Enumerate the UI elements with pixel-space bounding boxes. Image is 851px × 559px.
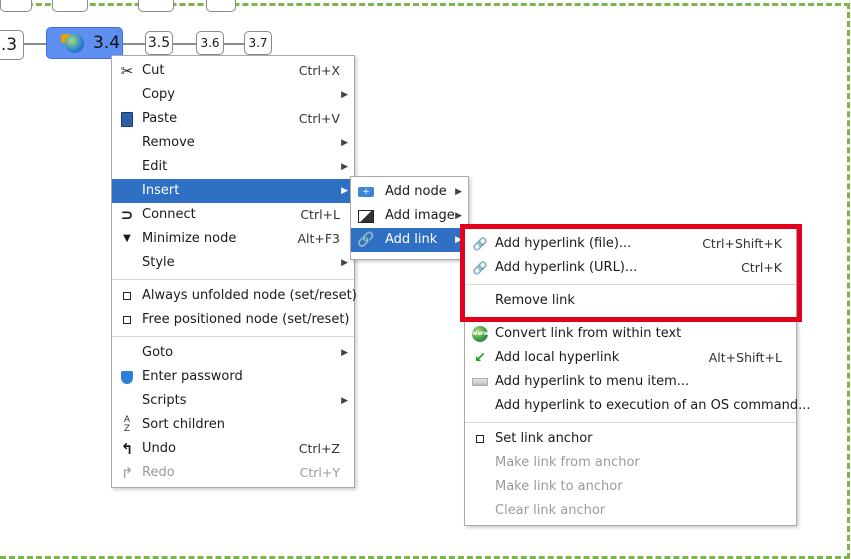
link-submenu: 🔗 Add hyperlink (file)... Ctrl+Shift+K 🔗…	[464, 228, 811, 526]
add-node-icon: +	[358, 180, 374, 204]
menu-bar-icon	[472, 370, 488, 394]
menu-item-undo[interactable]: ↰ Undo Ctrl+Z	[112, 437, 354, 461]
menu-item-free-positioned[interactable]: Free positioned node (set/reset)	[112, 308, 354, 332]
green-arrow-icon: ↙	[474, 350, 486, 366]
menu-item-add-hyperlink-url[interactable]: 🔗 Add hyperlink (URL)... Ctrl+K	[465, 256, 796, 280]
mindmap-node[interactable]: 3.6	[196, 31, 224, 55]
menu-item-scripts[interactable]: Scripts ▶	[112, 389, 354, 413]
menu-item-enter-password[interactable]: Enter password	[112, 365, 354, 389]
submenu-arrow-icon: ▶	[455, 187, 462, 197]
mindmap-node[interactable]	[138, 0, 174, 12]
menu-item-redo[interactable]: ↱ Redo Ctrl+Y	[112, 461, 354, 485]
menu-item-insert[interactable]: Insert ▶	[112, 179, 354, 203]
clipboard-icon	[119, 107, 135, 131]
submenu-arrow-icon: ▶	[341, 90, 348, 100]
mindmap-node[interactable]	[52, 0, 88, 12]
menu-item-always-unfolded[interactable]: Always unfolded node (set/reset)	[112, 284, 357, 308]
submenu-arrow-icon: ▶	[341, 348, 348, 358]
mindmap-edge	[173, 43, 196, 45]
scissors-icon: ✂	[120, 62, 134, 80]
sort-az-icon: AZ	[123, 415, 131, 434]
shield-icon	[119, 365, 135, 389]
submenu-arrow-icon: ▶	[455, 235, 462, 245]
menu-item-goto[interactable]: Goto ▶	[112, 341, 354, 365]
link-icon: 🔗	[472, 237, 488, 251]
image-icon	[358, 204, 374, 228]
menu-item-make-link-to-anchor[interactable]: Make link to anchor	[465, 475, 796, 499]
submenu-arrow-icon: ▶	[341, 186, 348, 196]
menu-item-paste[interactable]: Paste Ctrl+V	[112, 107, 354, 131]
mindmap-edge	[224, 43, 244, 45]
mindmap-edge	[24, 43, 48, 45]
submenu-arrow-icon: ▶	[341, 258, 348, 268]
submenu-arrow-icon: ▶	[341, 138, 348, 148]
menu-item-cut[interactable]: ✂ Cut Ctrl+X	[112, 59, 354, 83]
mindmap-node-prev[interactable]: .3	[0, 30, 24, 60]
menu-item-add-hyperlink-menu[interactable]: Add hyperlink to menu item...	[465, 370, 796, 394]
submenu-arrow-icon: ▶	[455, 211, 462, 221]
menu-separator	[112, 279, 354, 280]
globe-icon	[65, 34, 84, 53]
menu-item-add-local-hyperlink[interactable]: ↙ Add local hyperlink Alt+Shift+L	[465, 346, 796, 370]
menu-item-add-image[interactable]: Add image ▶	[351, 204, 468, 228]
mindmap-node[interactable]: 3.5	[145, 31, 173, 55]
menu-item-copy[interactable]: Copy ▶	[112, 83, 354, 107]
context-menu: ✂ Cut Ctrl+X Copy ▶ Paste Ctrl+V Remove …	[111, 55, 357, 488]
mindmap-node[interactable]: 3.7	[244, 31, 272, 55]
menu-item-convert-link[interactable]: www Convert link from within text	[465, 322, 796, 346]
connect-icon: ⊃	[120, 206, 134, 224]
checkbox-icon	[119, 308, 135, 332]
menu-item-add-link[interactable]: 🔗 Add link ▶	[351, 228, 468, 252]
menu-separator	[465, 317, 796, 318]
menu-item-connect[interactable]: ⊃ Connect Ctrl+L	[112, 203, 354, 227]
menu-item-add-node[interactable]: + Add node ▶	[351, 180, 468, 204]
menu-item-add-hyperlink-os-command[interactable]: Add hyperlink to execution of an OS comm…	[465, 394, 811, 418]
triangle-down-icon: ▼	[123, 233, 131, 244]
link-url-icon: 🔗	[472, 261, 488, 275]
undo-icon: ↰	[120, 440, 134, 458]
menu-item-minimize-node[interactable]: ▼ Minimize node Alt+F3	[112, 227, 354, 251]
link-icon: 🔗	[357, 232, 375, 248]
insert-submenu: + Add node ▶ Add image ▶ 🔗 Add link ▶	[350, 176, 469, 260]
menu-separator	[465, 422, 796, 423]
menu-item-clear-link-anchor[interactable]: Clear link anchor	[465, 499, 796, 523]
menu-item-remove-link[interactable]: Remove link	[465, 289, 796, 313]
menu-item-make-link-from-anchor[interactable]: Make link from anchor	[465, 451, 796, 475]
submenu-arrow-icon: ▶	[341, 162, 348, 172]
menu-separator	[465, 284, 796, 285]
menu-item-set-link-anchor[interactable]: Set link anchor	[465, 427, 796, 451]
menu-item-add-hyperlink-file[interactable]: 🔗 Add hyperlink (file)... Ctrl+Shift+K	[465, 232, 796, 256]
redo-icon: ↱	[120, 464, 134, 482]
checkbox-icon	[119, 284, 135, 308]
menu-item-edit[interactable]: Edit ▶	[112, 155, 354, 179]
menu-item-sort-children[interactable]: AZ Sort children	[112, 413, 354, 437]
www-globe-icon: www	[472, 322, 489, 346]
mindmap-edge	[123, 43, 145, 45]
submenu-arrow-icon: ▶	[341, 396, 348, 406]
mindmap-node[interactable]	[206, 0, 236, 12]
checkbox-icon	[472, 427, 488, 451]
menu-item-style[interactable]: Style ▶	[112, 251, 354, 275]
menu-item-remove[interactable]: Remove ▶	[112, 131, 354, 155]
menu-separator	[112, 336, 354, 337]
mindmap-node[interactable]	[0, 0, 32, 12]
